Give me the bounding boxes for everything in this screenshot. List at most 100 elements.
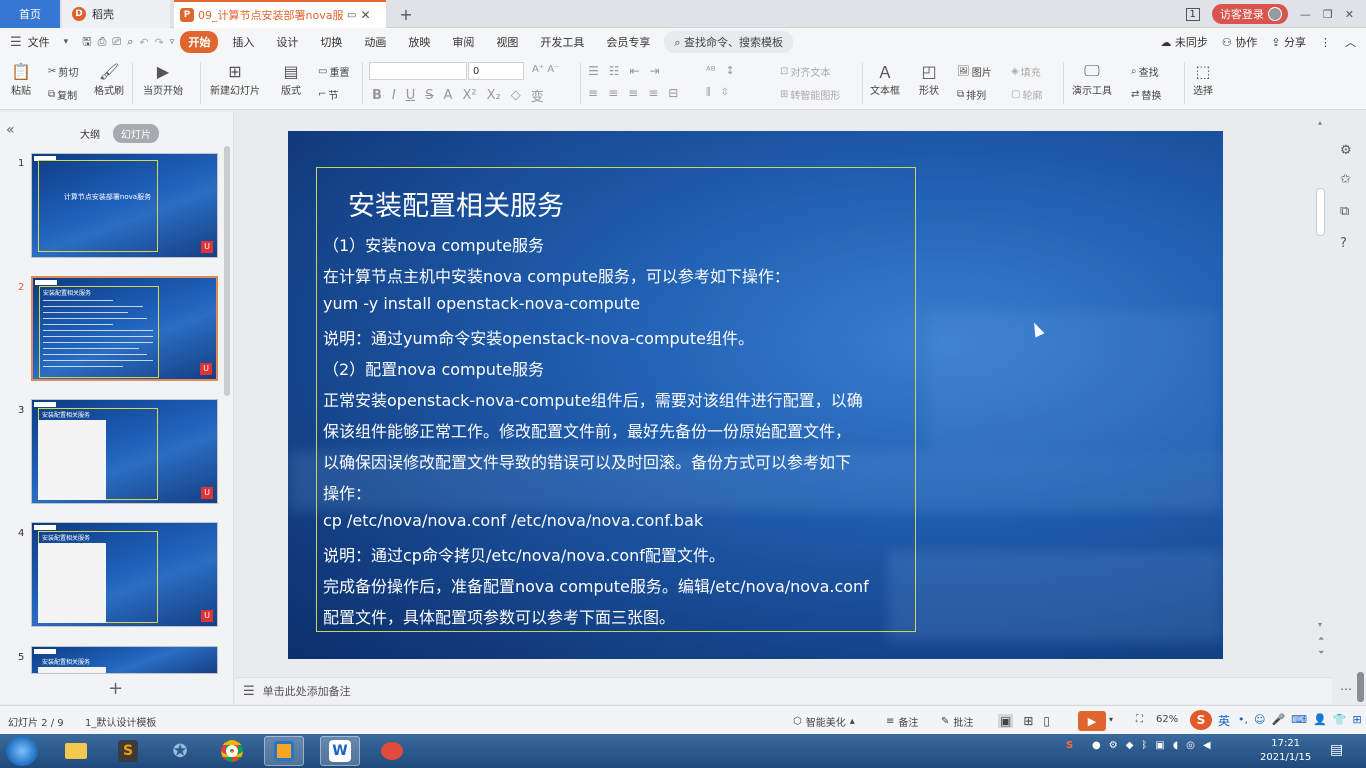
tray-display-icon[interactable]: ▣: [1155, 740, 1164, 751]
design-template-name[interactable]: 1_默认设计模板: [85, 714, 156, 729]
format-painter-button[interactable]: 🖌 格式刷: [94, 60, 124, 98]
align-text-button[interactable]: ⊡ 对齐文本: [780, 64, 830, 79]
chevron-down-icon[interactable]: ▾: [64, 37, 69, 47]
grid-menu-icon[interactable]: ⊞: [1352, 713, 1361, 726]
redo-icon[interactable]: ↷: [155, 36, 164, 49]
scroll-thumb[interactable]: [1316, 188, 1325, 236]
tray-bluetooth-icon[interactable]: ᛒ: [1141, 740, 1147, 751]
normal-view-icon[interactable]: ▣: [998, 714, 1014, 728]
increase-indent-icon[interactable]: ⇥: [650, 64, 660, 78]
slide-thumbnail-1[interactable]: 计算节点安装部署nova服务 U: [31, 153, 218, 258]
ime-mode-label[interactable]: 英: [1218, 712, 1230, 729]
menu-view[interactable]: 视图: [488, 31, 526, 53]
menu-review[interactable]: 审阅: [444, 31, 482, 53]
pin-window-icon[interactable]: ▭: [347, 10, 356, 21]
tray-app-icon[interactable]: ●: [1092, 740, 1101, 751]
add-slide-plus-icon[interactable]: +: [108, 678, 123, 699]
restore-icon[interactable]: ❐: [1323, 8, 1333, 21]
network-tool-icon[interactable]: ✪: [160, 736, 200, 766]
quick-access-dropdown-icon[interactable]: ▿: [170, 37, 175, 47]
scroll-up-icon[interactable]: ▴: [1318, 118, 1322, 127]
slideshow-dropdown-icon[interactable]: ▾: [1109, 715, 1113, 724]
play-from-current-button[interactable]: ▶ 当页开始: [143, 60, 183, 98]
slide-title[interactable]: 安装配置相关服务: [348, 184, 564, 223]
share-button[interactable]: ⇪ 分享: [1271, 34, 1306, 50]
scroll-down-icon[interactable]: ▾: [1318, 620, 1322, 629]
notification-center-icon[interactable]: ▤: [1330, 742, 1343, 758]
picture-button[interactable]: 🖼 图片: [957, 64, 992, 79]
page-indicator[interactable]: 1: [1185, 7, 1200, 21]
subscript-icon[interactable]: X₂: [487, 88, 501, 103]
underline-icon[interactable]: U: [406, 88, 416, 103]
numbered-list-icon[interactable]: ☷: [609, 64, 620, 78]
line-spacing-icon[interactable]: ↕: [726, 64, 735, 77]
reset-button[interactable]: ▭ 重置: [318, 64, 349, 79]
smart-beautify-button[interactable]: ⬡ 智能美化 ▴: [793, 714, 855, 729]
copy-button[interactable]: ⧉ 复制: [48, 87, 77, 102]
font-name-field[interactable]: [369, 62, 467, 80]
shape-button[interactable]: ◰ 形状: [918, 60, 940, 98]
tray-volume-icon[interactable]: ◀: [1203, 740, 1211, 751]
menu-developer[interactable]: 开发工具: [532, 31, 592, 53]
menu-slideshow[interactable]: 放映: [400, 31, 438, 53]
font-size-field[interactable]: 0: [468, 62, 524, 80]
decrease-indent-icon[interactable]: ⇤: [630, 64, 640, 78]
clear-format-icon[interactable]: ◇: [511, 88, 521, 103]
thumbnail-scrollbar[interactable]: [224, 146, 230, 396]
collapse-panel-icon[interactable]: «: [6, 122, 15, 138]
tab-document[interactable]: P 09_计算节点安装部署nova服务 ▭ ✕: [174, 0, 386, 28]
guest-login-button[interactable]: 访客登录: [1211, 4, 1288, 24]
properties-sliders-icon[interactable]: ⚙: [1340, 143, 1352, 158]
slide-thumbnail-2[interactable]: 安装配置相关服务 U: [31, 276, 218, 381]
outline-tab[interactable]: 大纲: [72, 124, 108, 143]
tray-audio-icon[interactable]: ◖: [1173, 740, 1178, 751]
superscript-icon[interactable]: X²: [462, 88, 476, 103]
smartart-button[interactable]: ⊞ 转智能图形: [780, 87, 840, 102]
microphone-icon[interactable]: 🎤: [1271, 713, 1285, 726]
hamburger-menu-icon[interactable]: ☰: [10, 35, 22, 50]
comments-button[interactable]: ✎ 批注: [941, 714, 973, 729]
font-color-icon[interactable]: A: [444, 88, 453, 103]
slide-thumbnail-4[interactable]: 安装配置相关服务 U: [31, 522, 218, 627]
arrange-button[interactable]: ⧉ 排列: [957, 87, 986, 102]
text-box-icon[interactable]: ᴬᴮ: [706, 64, 716, 77]
bold-icon[interactable]: B: [372, 88, 382, 103]
section-button[interactable]: ⌐ 节: [318, 87, 338, 102]
strikethrough-icon[interactable]: S: [425, 88, 433, 103]
system-clock[interactable]: 17:21 2021/1/15: [1260, 737, 1311, 765]
bullet-list-icon[interactable]: ☰: [588, 64, 599, 78]
tab-daoke[interactable]: D 稻壳: [62, 0, 170, 28]
menu-animation[interactable]: 动画: [356, 31, 394, 53]
fit-window-icon[interactable]: ⛶: [1136, 714, 1143, 725]
replace-button[interactable]: ⇄ 替换: [1131, 87, 1161, 102]
textbox-button[interactable]: Ａ 文本框: [870, 60, 900, 97]
menu-member[interactable]: 会员专享: [598, 31, 658, 53]
slideshow-play-button[interactable]: ▶: [1078, 711, 1106, 731]
grow-font-icon[interactable]: A⁺ A⁻: [532, 64, 559, 75]
distribute-icon[interactable]: ⊟: [668, 86, 678, 100]
tab-home[interactable]: 首页: [0, 0, 60, 28]
skin-icon[interactable]: 👕: [1333, 713, 1347, 726]
new-tab-plus-icon[interactable]: +: [396, 4, 416, 24]
fish-app-icon[interactable]: [372, 736, 412, 766]
tray-network-icon[interactable]: ⚙: [1109, 740, 1118, 751]
menu-file[interactable]: 文件: [28, 31, 58, 53]
video-player-icon[interactable]: [264, 736, 304, 766]
fill-button[interactable]: ◈ 填充: [1011, 64, 1041, 79]
sogou-tray-icon[interactable]: S: [1066, 740, 1073, 751]
emoji-icon[interactable]: ☺: [1254, 713, 1265, 726]
keyboard-icon[interactable]: ⌨: [1291, 713, 1307, 726]
paste-button[interactable]: 📋 粘贴: [10, 60, 32, 98]
notes-toggle-button[interactable]: ≡ 备注: [886, 714, 918, 729]
presentation-tools-button[interactable]: 🖵 演示工具: [1072, 60, 1112, 97]
file-explorer-icon[interactable]: [56, 736, 96, 766]
close-window-icon[interactable]: ✕: [1345, 8, 1354, 21]
menu-design[interactable]: 设计: [268, 31, 306, 53]
paragraph-spacing-icon[interactable]: ⇳: [721, 87, 729, 98]
windows-start-icon[interactable]: [6, 736, 38, 766]
zoom-level[interactable]: 62%: [1156, 714, 1178, 725]
right-panel-scroll-handle[interactable]: [1357, 672, 1364, 702]
notes-pane[interactable]: ☰ 单击此处添加备注: [235, 677, 1332, 704]
collapse-ribbon-icon[interactable]: ︿: [1345, 34, 1356, 50]
close-tab-icon[interactable]: ✕: [360, 8, 370, 22]
